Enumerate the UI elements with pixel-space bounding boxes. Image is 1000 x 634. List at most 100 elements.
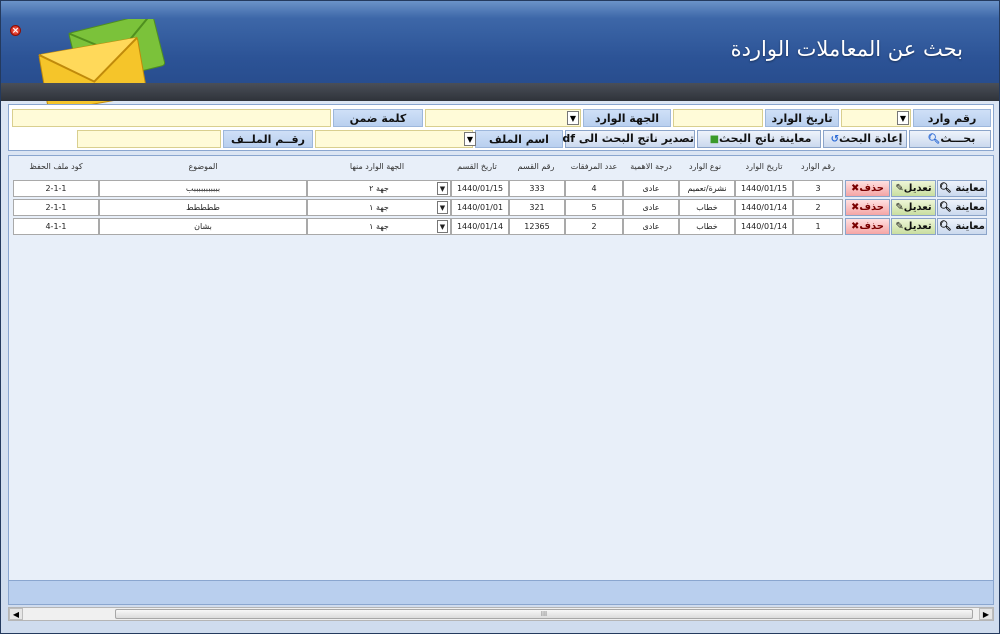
cell-dept-no: 12365 [509, 218, 565, 235]
cell-subject: ططططط [99, 199, 307, 216]
cell-importance: عادى [623, 180, 679, 197]
close-icon[interactable]: × [10, 25, 21, 36]
chevron-down-icon[interactable]: ▼ [437, 182, 448, 195]
delete-label: حذف [859, 183, 884, 194]
preview-results-button[interactable]: معاينة ناتج البحث■ [697, 130, 821, 148]
col-file-code: كود ملف الحفظ [29, 162, 83, 171]
export-pdf-button[interactable]: تصدير ناتج البحث الى pdf▤ [545, 130, 695, 148]
cell-attachments: 2 [565, 218, 623, 235]
cell-incoming-date: 1440/01/14 [735, 218, 793, 235]
view-label: معاينة [955, 183, 985, 194]
pencil-icon: ✎ [895, 183, 904, 194]
from-entity-value: جهة ١ [369, 222, 389, 231]
keyword-field[interactable] [12, 109, 331, 127]
view-button[interactable]: معاينة 🔍︎ [937, 218, 987, 235]
search-icon: 🔍︎ [927, 134, 941, 145]
scroll-right-icon[interactable]: ▶ [979, 608, 993, 620]
cell-dept-no: 333 [509, 180, 565, 197]
cell-incoming-no: 3 [793, 180, 843, 197]
cell-dept-date: 1440/01/15 [451, 180, 509, 197]
col-incoming-date: تاريخ الوارد [745, 162, 783, 171]
from-entity-value: جهة ١ [369, 203, 389, 212]
preview-icon: ■ [709, 134, 720, 145]
edit-label: تعديل [903, 221, 932, 232]
preview-button-label: معاينة ناتج البحث [719, 132, 812, 145]
cell-type: نشرة/تعميم [679, 180, 735, 197]
cell-incoming-no: 2 [793, 199, 843, 216]
header-banner: × بحث عن المعاملات الواردة [1, 1, 999, 107]
label-incoming-no: رقم وارد [913, 109, 991, 127]
pencil-icon: ✎ [895, 221, 904, 232]
cell-type: خطاب [679, 199, 735, 216]
cell-dept-date: 1440/01/14 [451, 218, 509, 235]
table-row: معاينة 🔍︎ تعديل✎ حذف✖ 2 1440/01/14 خطاب … [9, 199, 995, 216]
cell-importance: عادى [623, 218, 679, 235]
edit-button[interactable]: تعديل✎ [891, 218, 936, 235]
cell-incoming-date: 1440/01/14 [735, 199, 793, 216]
cell-from-entity[interactable]: جهة ٢ ▼ [307, 180, 451, 197]
cell-file-code: 4-1-1 [13, 218, 99, 235]
table-row: معاينة 🔍︎ تعديل✎ حذف✖ 3 1440/01/15 نشرة/… [9, 180, 995, 197]
label-incoming-date: تاريخ الوارد [765, 109, 839, 127]
cell-file-code: 2-1-1 [13, 199, 99, 216]
cell-from-entity[interactable]: جهة ١ ▼ [307, 218, 451, 235]
incoming-no-select[interactable]: ▼ [841, 109, 911, 127]
cell-file-code: 2-1-1 [13, 180, 99, 197]
cell-attachments: 5 [565, 199, 623, 216]
header-strip [1, 83, 999, 101]
search-icon: 🔍︎ [939, 202, 952, 213]
cell-type: خطاب [679, 218, 735, 235]
cell-importance: عادى [623, 199, 679, 216]
edit-label: تعديل [903, 202, 932, 213]
incoming-date-field[interactable] [673, 109, 763, 127]
delete-label: حذف [859, 202, 884, 213]
export-button-label: تصدير ناتج البحث الى pdf [554, 132, 694, 145]
horizontal-scrollbar[interactable]: ◀ III ▶ [8, 607, 994, 621]
search-button-label: بحـــث [940, 132, 976, 145]
cell-from-entity[interactable]: جهة ١ ▼ [307, 199, 451, 216]
table-row: معاينة 🔍︎ تعديل✎ حذف✖ 1 1440/01/14 خطاب … [9, 218, 995, 235]
scroll-thumb[interactable]: III [115, 609, 973, 619]
delete-label: حذف [859, 221, 884, 232]
cell-incoming-no: 1 [793, 218, 843, 235]
col-subject: الموضوع [188, 162, 218, 171]
chevron-down-icon[interactable]: ▼ [464, 132, 476, 146]
label-from-entity: الجهة الوارد منها [583, 109, 671, 143]
view-label: معاينة [955, 202, 985, 213]
view-button[interactable]: معاينة 🔍︎ [937, 180, 987, 197]
app-window: × بحث عن المعاملات الواردة رقم وارد ▼ تا… [0, 0, 1000, 634]
edit-button[interactable]: تعديل✎ [891, 199, 936, 216]
page-title: بحث عن المعاملات الواردة [730, 37, 963, 61]
from-entity-value: جهة ٢ [369, 184, 389, 193]
chevron-down-icon[interactable]: ▼ [437, 201, 448, 214]
label-file-no: رقــم الملــف [223, 130, 313, 148]
delete-button[interactable]: حذف✖ [845, 180, 890, 197]
reset-button-label: إعادة البحث [839, 132, 903, 145]
scroll-left-icon[interactable]: ◀ [9, 608, 23, 620]
edit-button[interactable]: تعديل✎ [891, 180, 936, 197]
col-attachments: عدد المرفقات [570, 162, 618, 171]
chevron-down-icon[interactable]: ▼ [437, 220, 448, 233]
col-importance: درجة الاهمية [630, 162, 672, 171]
search-button[interactable]: بحـــث🔍︎ [909, 130, 991, 148]
file-name-select[interactable]: ▼ [315, 130, 476, 148]
search-panel: رقم وارد ▼ تاريخ الوارد الجهة الوارد منه… [8, 104, 994, 151]
view-button[interactable]: معاينة 🔍︎ [937, 199, 987, 216]
cell-incoming-date: 1440/01/15 [735, 180, 793, 197]
col-dept-date: تاريخ القسم [457, 162, 497, 171]
refresh-icon: ↺ [830, 134, 840, 145]
from-entity-select[interactable]: ▼ [425, 109, 581, 127]
label-keyword: كلمة ضمن الموضوع [333, 109, 423, 143]
reset-search-button[interactable]: إعادة البحث↺ [823, 130, 907, 148]
delete-button[interactable]: حذف✖ [845, 199, 890, 216]
file-no-field[interactable] [77, 130, 221, 148]
chevron-down-icon[interactable]: ▼ [567, 111, 579, 125]
delete-button[interactable]: حذف✖ [845, 218, 890, 235]
chevron-down-icon[interactable]: ▼ [897, 111, 909, 125]
pencil-icon: ✎ [895, 202, 904, 213]
grid-footer [8, 581, 994, 605]
cell-subject: بشان [99, 218, 307, 235]
edit-label: تعديل [903, 183, 932, 194]
cell-subject: بببببببببببب [99, 180, 307, 197]
cell-attachments: 4 [565, 180, 623, 197]
